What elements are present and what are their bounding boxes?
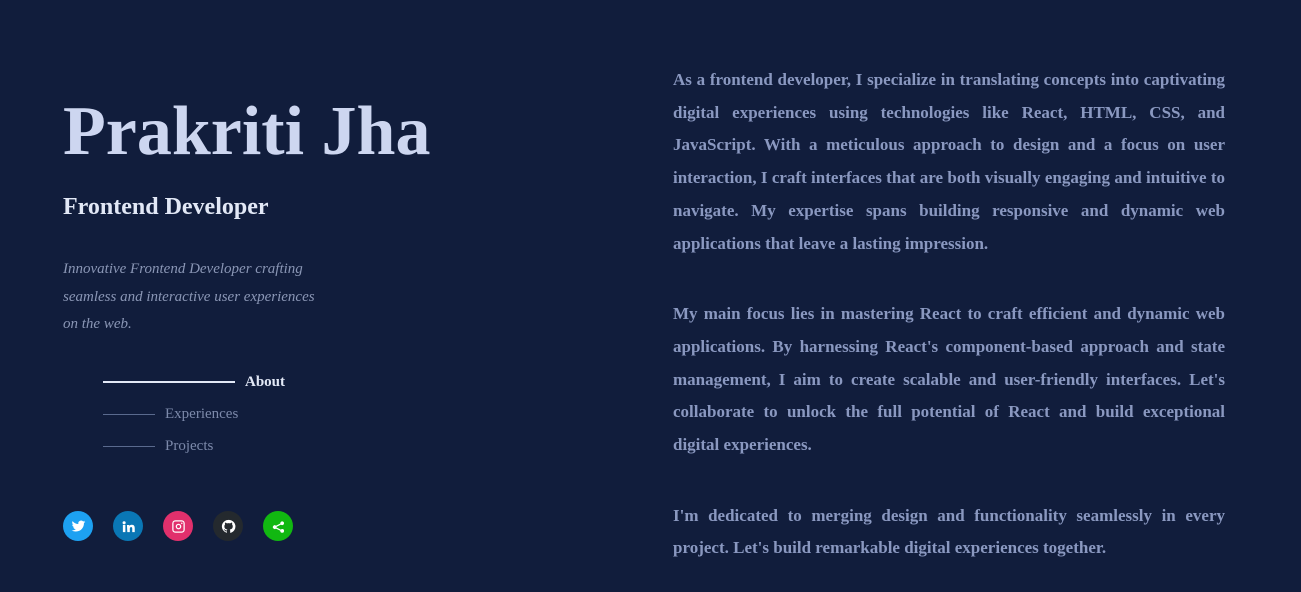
nav-indicator-line (103, 381, 235, 383)
about-paragraph: My main focus lies in mastering React to… (673, 304, 1225, 455)
github-icon (221, 519, 235, 533)
nav-item-label: About (245, 373, 286, 390)
twitter-link[interactable] (63, 511, 93, 541)
about-paragraph: As a frontend developer, I specialize in… (673, 70, 1225, 253)
about-paragraph: I'm dedicated to merging design and func… (673, 505, 1225, 558)
linkedin-icon (122, 520, 135, 532)
nav-item-experiences[interactable]: Experiences (103, 398, 403, 430)
nav-item-label: Experiences (165, 405, 239, 422)
profile-tagline: Innovative Frontend Developer crafting s… (63, 261, 315, 332)
nav-item-about[interactable]: About (103, 366, 403, 398)
share-icon (272, 520, 284, 533)
nav-indicator-line (103, 445, 155, 447)
linkedin-link[interactable] (113, 511, 143, 541)
instagram-icon (171, 519, 185, 533)
twitter-icon (71, 520, 85, 532)
nav-item-label: Projects (165, 437, 214, 454)
about-section: As a frontend developer, I specialize in… (673, 64, 1225, 592)
instagram-link[interactable] (163, 511, 193, 541)
profile-role: Frontend Developer (63, 194, 269, 220)
github-link[interactable] (213, 511, 243, 541)
nav-indicator-line (103, 413, 155, 415)
share-link[interactable] (263, 511, 293, 541)
profile-sidebar: Prakriti Jha Frontend Developer Innovati… (63, 0, 623, 592)
section-nav: About Experiences Projects (103, 366, 403, 462)
social-links (63, 511, 313, 541)
profile-name: Prakriti Jha (63, 93, 431, 170)
nav-item-projects[interactable]: Projects (103, 430, 403, 462)
